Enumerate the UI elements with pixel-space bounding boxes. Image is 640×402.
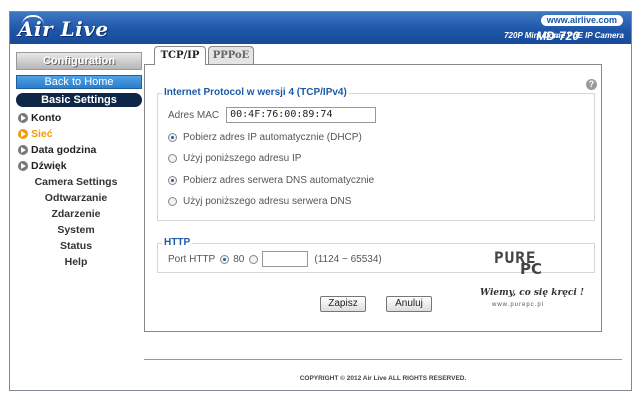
save-button[interactable]: Zapisz xyxy=(320,296,366,312)
arrow-bullet-icon xyxy=(18,145,28,155)
sidebar-item-camera-settings[interactable]: Camera Settings xyxy=(16,174,136,190)
radio-static-ip[interactable] xyxy=(168,154,177,163)
radio-port-default[interactable] xyxy=(220,254,230,264)
sidebar: Configuration Back to Home Basic Setting… xyxy=(16,52,146,270)
tab-tcp-ip[interactable]: TCP/IP xyxy=(154,46,206,65)
option-label: Pobierz adres serwera DNS automatycznie xyxy=(183,175,375,186)
radio-port-custom[interactable] xyxy=(249,254,259,264)
sidebar-item-konto[interactable]: Konto xyxy=(18,110,146,126)
footer-divider xyxy=(144,359,622,360)
tab-pppoe[interactable]: PPPoE xyxy=(208,46,254,64)
sidebar-item-label: Data godzina xyxy=(31,144,97,156)
arrow-bullet-icon xyxy=(18,129,28,139)
watermark-slogan: Wiemy, co się kręci ! xyxy=(480,288,584,298)
arrow-bullet-icon xyxy=(18,161,28,171)
airlive-logo: Air Live xyxy=(18,15,109,41)
option-label: Pobierz adres IP automatycznie (DHCP) xyxy=(183,132,362,143)
radio-dhcp[interactable] xyxy=(168,133,177,142)
sidebar-item-dzwiek[interactable]: Dźwięk xyxy=(18,158,146,174)
help-icon[interactable]: ? xyxy=(586,79,597,90)
http-legend: HTTP xyxy=(162,237,193,248)
radio-dns-auto[interactable] xyxy=(168,176,177,185)
sidebar-item-label: Sieć xyxy=(31,128,53,140)
port-range: (1124 ~ 65534) xyxy=(314,253,382,265)
ipv4-legend: Internet Protocol w wersji 4 (TCP/IPv4) xyxy=(162,87,349,98)
sidebar-item-label: Konto xyxy=(31,112,62,124)
sidebar-item-system[interactable]: System xyxy=(16,222,136,238)
copyright-text: COPYRIGHT © 2012 Air Live ALL RIGHTS RES… xyxy=(299,375,467,382)
option-dns-auto[interactable]: Pobierz adres serwera DNS automatycznie xyxy=(168,175,374,186)
sidebar-item-data-godzina[interactable]: Data godzina xyxy=(18,142,146,158)
configuration-header: Configuration xyxy=(16,52,142,70)
sidebar-item-label: Dźwięk xyxy=(31,160,67,172)
cancel-button[interactable]: Anuluj xyxy=(386,296,432,312)
option-label: Użyj poniższego adresu serwera DNS xyxy=(183,196,352,207)
port-default-value: 80 xyxy=(233,253,245,265)
mac-address-field[interactable]: 00:4F:76:00:89:74 xyxy=(226,107,377,123)
option-label: Użyj poniższego adresu IP xyxy=(183,153,302,164)
sidebar-item-odtwarzanie[interactable]: Odtwarzanie xyxy=(16,190,136,206)
sidebar-item-siec[interactable]: Sieć xyxy=(18,126,146,142)
option-static-ip[interactable]: Użyj poniższego adresu IP xyxy=(168,153,301,164)
http-port-row: Port HTTP 80 (1124 ~ 65534) xyxy=(168,251,382,267)
watermark-url: www.purepc.pl xyxy=(492,302,545,308)
sidebar-item-help[interactable]: Help xyxy=(16,254,136,270)
mac-label: Adres MAC xyxy=(168,109,220,121)
port-label: Port HTTP xyxy=(168,253,216,265)
option-dns-static[interactable]: Użyj poniższego adresu serwera DNS xyxy=(168,196,351,207)
header-bar: Air Live www.airlive.com MD-720 720P Min… xyxy=(10,12,631,44)
site-url-link[interactable]: www.airlive.com xyxy=(540,15,623,26)
sidebar-item-zdarzenie[interactable]: Zdarzenie xyxy=(16,206,136,222)
watermark-pc: PC xyxy=(520,260,543,278)
model-description: 720P Mini Dome PoE IP Camera xyxy=(504,31,624,40)
http-port-input[interactable] xyxy=(262,251,309,267)
mac-row: Adres MAC 00:4F:76:00:89:74 xyxy=(168,107,377,123)
option-dhcp[interactable]: Pobierz adres IP automatycznie (DHCP) xyxy=(168,132,362,143)
ipv4-fieldset: Internet Protocol w wersji 4 (TCP/IPv4) … xyxy=(157,87,595,221)
arrow-bullet-icon xyxy=(18,113,28,123)
sidebar-item-status[interactable]: Status xyxy=(16,238,136,254)
purepc-watermark: PURE PC Wiemy, co się kręci ! www.purepc… xyxy=(470,248,585,310)
back-to-home-button[interactable]: Back to Home xyxy=(16,75,142,89)
radio-dns-static[interactable] xyxy=(168,197,177,206)
basic-settings-button[interactable]: Basic Settings xyxy=(16,93,142,107)
